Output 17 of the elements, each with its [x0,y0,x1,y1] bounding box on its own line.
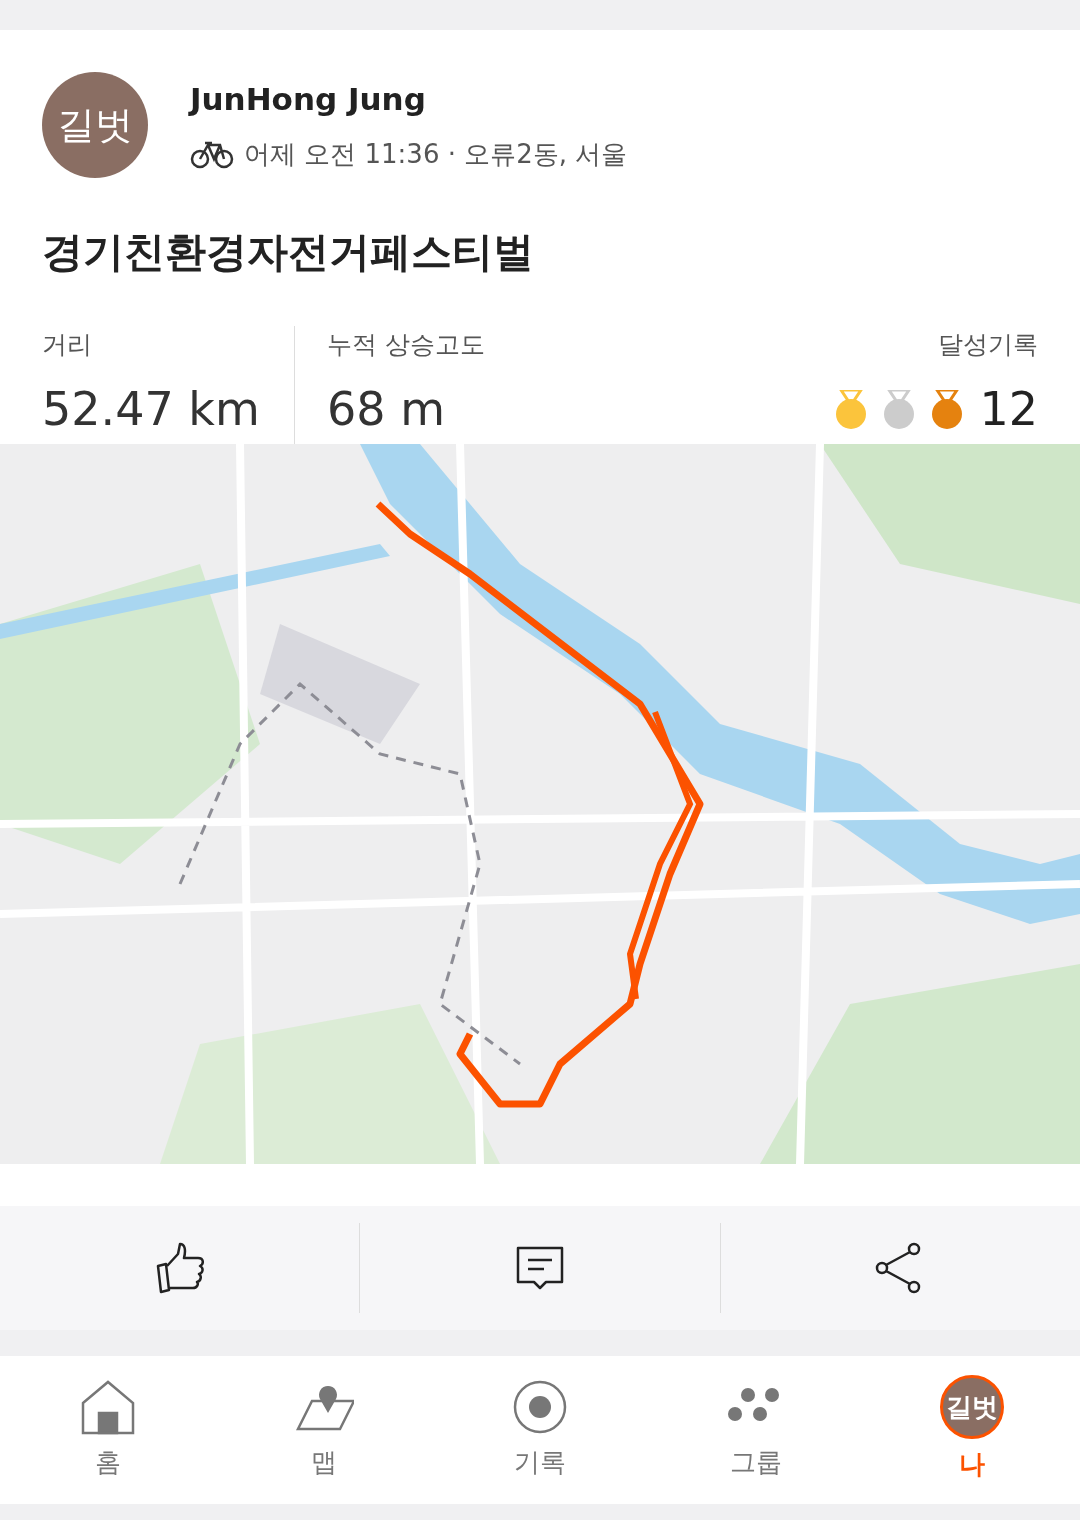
activity-title: 경기친환경자전거페스티벌 [41,227,535,278]
activity-meta: 어제 오전 11:36 · 오류2동, 서울 [244,137,628,171]
avatar: 길벗 [940,1375,1004,1439]
achievement-count: 12 [979,381,1038,438]
avatar[interactable]: 길벗 [42,72,148,178]
stat-label: 달성기록 [938,328,1038,361]
bicycle-icon [190,139,234,170]
stat-label: 누적 상승고도 [327,328,485,361]
stat-value: 52.47 km [42,381,261,438]
nav-tab[interactable]: 길벗 나 [864,1375,1080,1484]
athlete-name[interactable]: JunHong Jung [190,76,628,123]
stat-label: 거리 [42,328,93,361]
nav-tab[interactable]: 그룹 [648,1377,864,1482]
nav-tab[interactable]: 기록 [432,1377,648,1482]
nav-tab[interactable]: 홈 [0,1377,216,1482]
stat-value: 68 m [327,381,446,438]
nav-tab[interactable]: 맵 [216,1377,432,1482]
